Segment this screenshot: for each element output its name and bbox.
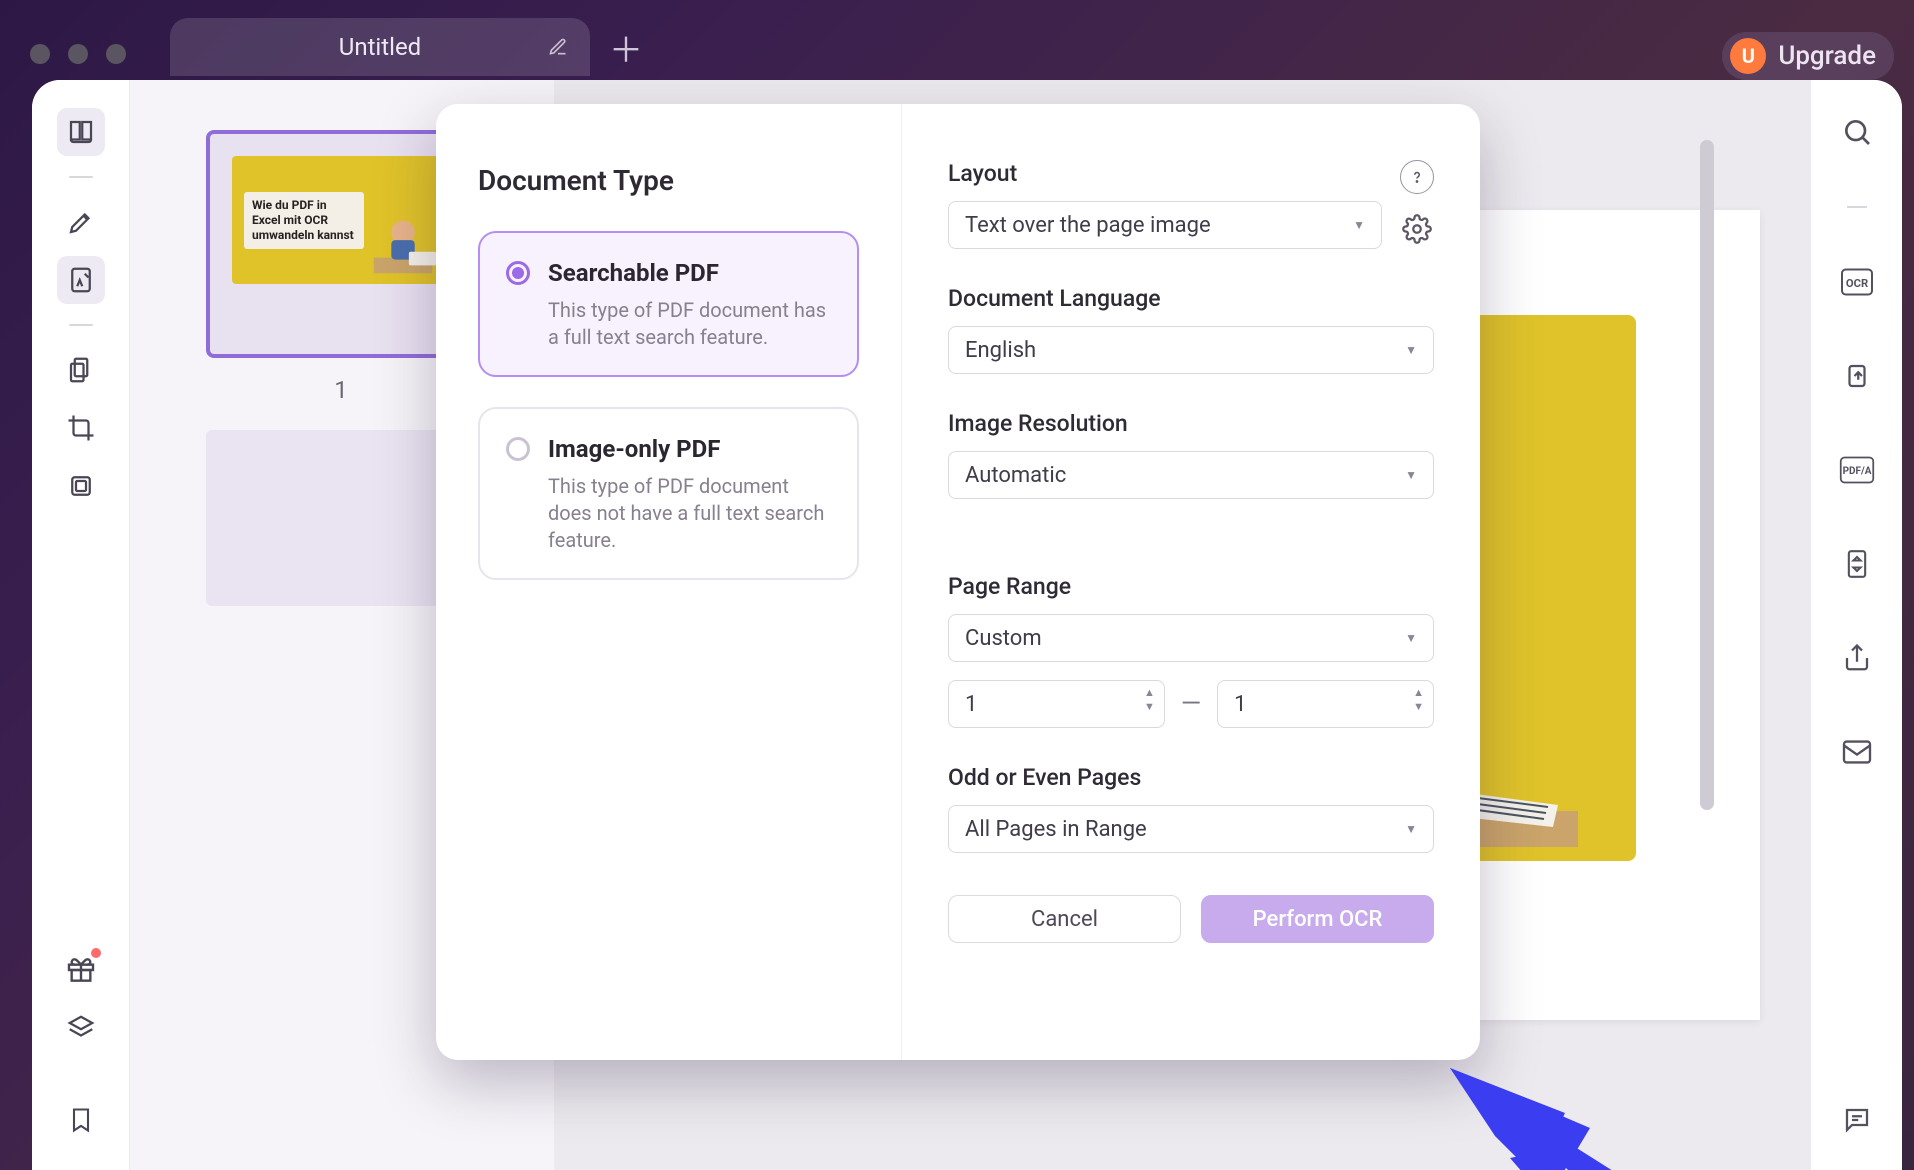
range-from-input[interactable]: 1 bbox=[948, 680, 1165, 728]
option-image-only-pdf[interactable]: Image-only PDF This type of PDF document… bbox=[478, 407, 859, 580]
range-dash: — bbox=[1181, 689, 1201, 719]
pdfa-icon[interactable]: PDF/A bbox=[1835, 450, 1879, 490]
share-icon[interactable] bbox=[1835, 638, 1879, 678]
separator bbox=[69, 176, 93, 178]
resolution-value: Automatic bbox=[965, 463, 1066, 488]
gift-icon[interactable] bbox=[57, 946, 105, 994]
svg-text:OCR: OCR bbox=[1845, 277, 1867, 290]
chevron-down-icon: ▼ bbox=[1405, 343, 1417, 357]
dialog-left-pane: Document Type Searchable PDF This type o… bbox=[436, 104, 902, 1060]
ocr-dialog: Document Type Searchable PDF This type o… bbox=[436, 104, 1480, 1060]
cancel-label: Cancel bbox=[1031, 907, 1098, 932]
range-to-value: 1 bbox=[1234, 692, 1246, 717]
layout-label: Layout bbox=[948, 160, 1017, 187]
resolution-select[interactable]: Automatic ▼ bbox=[948, 451, 1434, 499]
avatar-badge: U bbox=[1730, 38, 1766, 74]
notification-dot-icon bbox=[91, 948, 101, 958]
chevron-down-icon: ▼ bbox=[1353, 218, 1365, 232]
book-icon[interactable] bbox=[57, 108, 105, 156]
compress-icon[interactable] bbox=[1835, 544, 1879, 584]
search-icon[interactable] bbox=[1835, 112, 1879, 152]
tab-title: Untitled bbox=[339, 33, 421, 61]
language-label: Document Language bbox=[948, 285, 1161, 312]
dialog-right-pane: Layout Text over the page image ▼ bbox=[902, 104, 1480, 1060]
layers-icon[interactable] bbox=[57, 1004, 105, 1052]
stepper-arrows[interactable]: ▲▼ bbox=[1144, 686, 1155, 715]
separator bbox=[1847, 206, 1867, 208]
odd-even-value: All Pages in Range bbox=[965, 817, 1147, 842]
upgrade-button[interactable]: U Upgrade bbox=[1722, 32, 1894, 80]
scrollbar-track[interactable] bbox=[1700, 140, 1714, 810]
rotate-icon[interactable] bbox=[1835, 356, 1879, 396]
option-title: Image-only PDF bbox=[548, 435, 828, 463]
option-desc: This type of PDF document has a full tex… bbox=[548, 297, 828, 351]
stepper-arrows[interactable]: ▲▼ bbox=[1413, 686, 1424, 715]
left-toolbar bbox=[32, 80, 130, 1170]
chevron-down-icon: ▼ bbox=[1405, 631, 1417, 645]
option-desc: This type of PDF document does not have … bbox=[548, 473, 828, 554]
chevron-down-icon: ▼ bbox=[1405, 468, 1417, 482]
document-tab[interactable]: Untitled bbox=[170, 18, 590, 76]
radio-icon bbox=[506, 437, 530, 461]
edit-icon[interactable] bbox=[548, 37, 568, 57]
comment-icon[interactable] bbox=[1835, 1100, 1879, 1140]
window-traffic-lights bbox=[30, 44, 126, 64]
perform-ocr-button[interactable]: Perform OCR bbox=[1201, 895, 1434, 943]
zoom-dot-icon[interactable] bbox=[106, 44, 126, 64]
range-from-value: 1 bbox=[965, 692, 977, 717]
chevron-down-icon: ▼ bbox=[1405, 822, 1417, 836]
perform-label: Perform OCR bbox=[1253, 907, 1383, 932]
mail-icon[interactable] bbox=[1835, 732, 1879, 772]
new-tab-button[interactable]: ＋ bbox=[604, 25, 648, 69]
crop-icon[interactable] bbox=[57, 404, 105, 452]
language-value: English bbox=[965, 338, 1036, 363]
highlighter-icon[interactable] bbox=[57, 198, 105, 246]
bookmark-icon[interactable] bbox=[57, 1096, 105, 1144]
resolution-label: Image Resolution bbox=[948, 410, 1128, 437]
radio-icon bbox=[506, 261, 530, 285]
option-title: Searchable PDF bbox=[548, 259, 828, 287]
odd-even-label: Odd or Even Pages bbox=[948, 764, 1141, 791]
page-range-value: Custom bbox=[965, 626, 1042, 651]
page-range-select[interactable]: Custom ▼ bbox=[948, 614, 1434, 662]
odd-even-select[interactable]: All Pages in Range ▼ bbox=[948, 805, 1434, 853]
language-select[interactable]: English ▼ bbox=[948, 326, 1434, 374]
tab-bar: Untitled ＋ bbox=[170, 18, 648, 76]
scrollbar-thumb[interactable] bbox=[1700, 140, 1714, 810]
document-type-heading: Document Type bbox=[478, 164, 859, 197]
cancel-button[interactable]: Cancel bbox=[948, 895, 1181, 943]
thumbnail-text: Wie du PDF in Excel mit OCR umwandeln ka… bbox=[244, 192, 364, 249]
thumbnail-preview: Wie du PDF in Excel mit OCR umwandeln ka… bbox=[232, 156, 450, 284]
workspace: Wie du PDF in Excel mit OCR umwandeln ka… bbox=[32, 80, 1902, 1170]
gear-icon[interactable] bbox=[1400, 212, 1434, 246]
close-dot-icon[interactable] bbox=[30, 44, 50, 64]
option-searchable-pdf[interactable]: Searchable PDF This type of PDF document… bbox=[478, 231, 859, 377]
separator bbox=[69, 324, 93, 326]
layout-select[interactable]: Text over the page image ▼ bbox=[948, 201, 1382, 249]
page-range-label: Page Range bbox=[948, 573, 1071, 600]
minimise-dot-icon[interactable] bbox=[68, 44, 88, 64]
pen-page-icon[interactable] bbox=[57, 256, 105, 304]
person-illustration-icon bbox=[364, 208, 442, 278]
layout-value: Text over the page image bbox=[965, 213, 1211, 238]
svg-text:PDF/A: PDF/A bbox=[1842, 466, 1871, 477]
help-icon[interactable] bbox=[1400, 160, 1434, 194]
stamp-icon[interactable] bbox=[57, 462, 105, 510]
upgrade-label: Upgrade bbox=[1778, 41, 1876, 71]
ocr-icon[interactable]: OCR bbox=[1835, 262, 1879, 302]
pages-icon[interactable] bbox=[57, 346, 105, 394]
right-toolbar: OCR PDF/A bbox=[1810, 80, 1902, 1170]
range-to-input[interactable]: 1 bbox=[1217, 680, 1434, 728]
